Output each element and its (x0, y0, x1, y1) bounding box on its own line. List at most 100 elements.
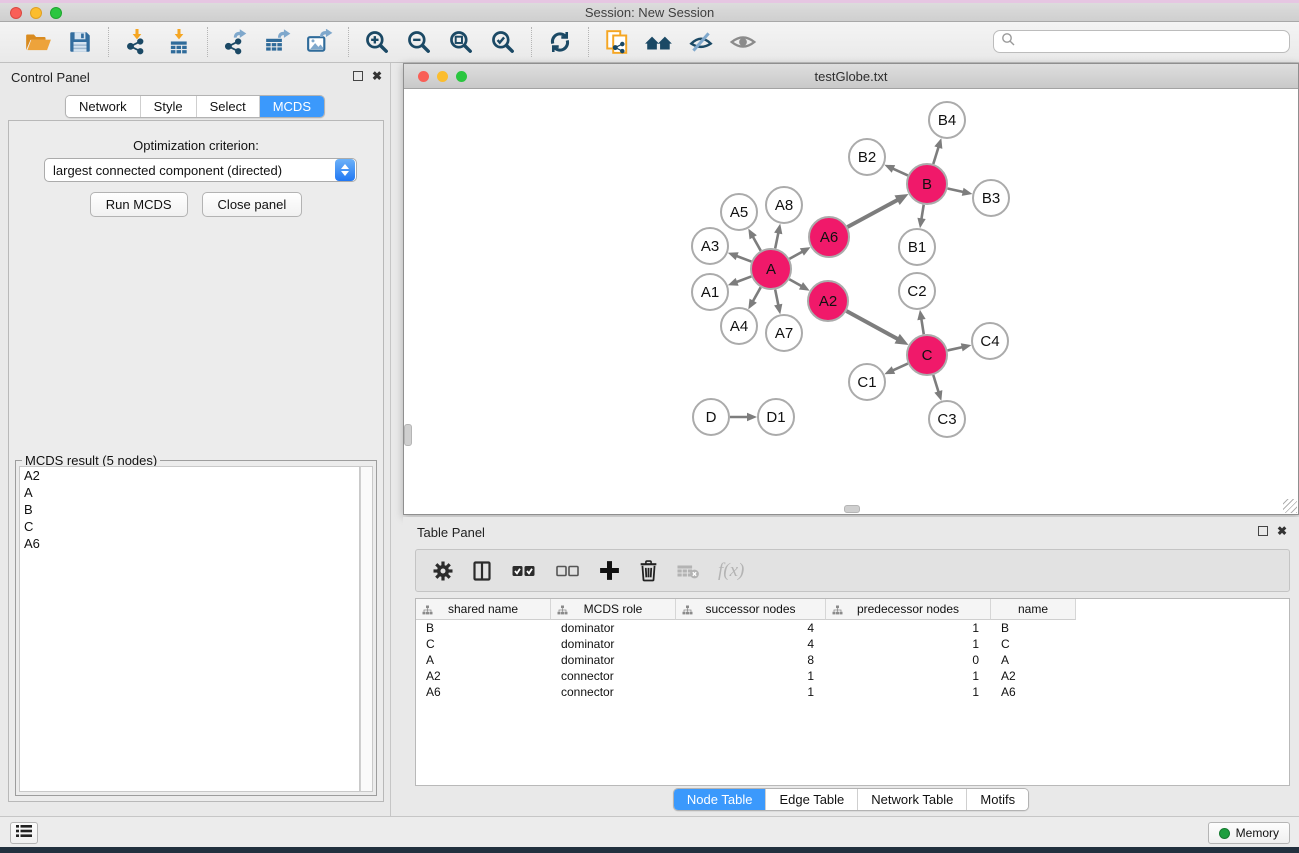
network-horizontal-scrollbar[interactable] (844, 505, 860, 513)
table-cell[interactable]: A2 (416, 669, 551, 683)
zoom-selected-icon[interactable] (487, 26, 519, 58)
zoom-out-icon[interactable] (403, 26, 435, 58)
column-header-shared-name[interactable]: shared name (416, 599, 551, 620)
toggle-details-icon[interactable] (685, 26, 717, 58)
graph-node-A8[interactable]: A8 (766, 187, 802, 223)
table-cell[interactable]: 1 (826, 621, 991, 635)
graph-edge-A-A4[interactable] (748, 287, 760, 309)
close-panel-button[interactable]: Close panel (202, 192, 303, 217)
graph-node-A6[interactable]: A6 (809, 217, 849, 257)
graph-edge-A-A3[interactable] (728, 252, 752, 261)
graph-node-B1[interactable]: B1 (899, 229, 935, 265)
table-row[interactable]: A2connector11A2 (416, 668, 1289, 684)
graph-node-A[interactable]: A (751, 249, 791, 289)
select-all-icon[interactable] (510, 561, 537, 581)
export-image-icon[interactable] (304, 26, 336, 58)
graph-node-C[interactable]: C (907, 335, 947, 375)
graph-node-C4[interactable]: C4 (972, 323, 1008, 359)
graph-edge-A-A2[interactable] (789, 279, 809, 290)
tab-mcds[interactable]: MCDS (259, 96, 324, 117)
network-close-button[interactable] (418, 71, 429, 82)
task-history-button[interactable] (10, 822, 38, 844)
graph-edge-C-C1[interactable] (884, 364, 908, 375)
result-list-scrollbar[interactable] (360, 466, 373, 792)
graph-edge-C-C4[interactable] (947, 343, 971, 351)
mcds-result-item[interactable]: A2 (20, 467, 359, 484)
save-session-icon[interactable] (64, 26, 96, 58)
tab-select[interactable]: Select (196, 96, 259, 117)
table-cell[interactable]: 1 (676, 685, 826, 699)
table-cell[interactable]: 8 (676, 653, 826, 667)
add-icon[interactable] (598, 559, 621, 582)
graph-edge-D-D1[interactable] (730, 413, 757, 421)
graph-edge-A2-C[interactable] (846, 311, 908, 345)
table-cell[interactable]: A (416, 653, 551, 667)
table-row[interactable]: Adominator80A (416, 652, 1289, 668)
tab-network[interactable]: Network (66, 96, 140, 117)
search-field[interactable] (993, 30, 1290, 53)
column-header-name[interactable]: name (991, 599, 1076, 620)
home-icon[interactable] (643, 26, 675, 58)
mcds-result-item[interactable]: A6 (20, 535, 359, 552)
close-window-button[interactable] (10, 7, 22, 19)
table-cell[interactable]: A6 (416, 685, 551, 699)
minimize-window-button[interactable] (30, 7, 42, 19)
import-table-icon[interactable] (163, 26, 195, 58)
window-resize-grip[interactable] (1283, 499, 1297, 513)
network-zoom-button[interactable] (456, 71, 467, 82)
run-mcds-button[interactable]: Run MCDS (90, 192, 188, 217)
network-canvas[interactable]: B4B2BB3A8A5A6B1A3AA1C2A2A4A7C4CC1C3DD1 (405, 89, 1297, 514)
graph-edge-A-A1[interactable] (728, 276, 752, 285)
graph-edge-A6-B[interactable] (847, 194, 908, 227)
memory-button[interactable]: Memory (1208, 822, 1290, 844)
table-cell[interactable]: 4 (676, 621, 826, 635)
tab-motifs[interactable]: Motifs (966, 789, 1028, 810)
graph-edge-C-C2[interactable] (917, 310, 925, 334)
table-cell[interactable]: dominator (551, 653, 676, 667)
table-cell[interactable]: connector (551, 669, 676, 683)
graph-node-A2[interactable]: A2 (808, 281, 848, 321)
table-cell[interactable]: dominator (551, 621, 676, 635)
graph-node-A1[interactable]: A1 (692, 274, 728, 310)
table-cell[interactable]: connector (551, 685, 676, 699)
graph-edge-A-A5[interactable] (748, 229, 760, 251)
zoom-fit-icon[interactable] (445, 26, 477, 58)
close-panel-icon[interactable]: ✖ (372, 69, 382, 83)
mcds-result-item[interactable]: A (20, 484, 359, 501)
graph-edge-C-C3[interactable] (933, 375, 942, 401)
graph-node-B2[interactable]: B2 (849, 139, 885, 175)
graph-edge-B-B3[interactable] (948, 188, 973, 196)
column-header-MCDS-role[interactable]: MCDS role (551, 599, 676, 620)
refresh-icon[interactable] (544, 26, 576, 58)
table-cell[interactable]: A2 (991, 669, 1076, 683)
graph-node-D1[interactable]: D1 (758, 399, 794, 435)
table-row[interactable]: Cdominator41C (416, 636, 1289, 652)
column-header-successor-nodes[interactable]: successor nodes (676, 599, 826, 620)
table-cell[interactable]: 1 (826, 685, 991, 699)
table-row[interactable]: A6connector11A6 (416, 684, 1289, 700)
table-cell[interactable]: B (416, 621, 551, 635)
graph-node-B4[interactable]: B4 (929, 102, 965, 138)
network-minimize-button[interactable] (437, 71, 448, 82)
graph-edge-A-A7[interactable] (774, 290, 782, 315)
tab-node-table[interactable]: Node Table (674, 789, 766, 810)
network-window-titlebar[interactable]: testGlobe.txt (404, 64, 1298, 89)
export-table-icon[interactable] (262, 26, 294, 58)
graph-node-A3[interactable]: A3 (692, 228, 728, 264)
trash-icon[interactable] (638, 559, 659, 582)
import-network-icon[interactable] (121, 26, 153, 58)
column-header-predecessor-nodes[interactable]: predecessor nodes (826, 599, 991, 620)
export-network-icon[interactable] (220, 26, 252, 58)
columns-icon[interactable] (471, 560, 493, 582)
mcds-result-item[interactable]: B (20, 501, 359, 518)
search-input[interactable] (1019, 31, 1289, 52)
table-cell[interactable]: 0 (826, 653, 991, 667)
graph-node-A7[interactable]: A7 (766, 315, 802, 351)
gear-icon[interactable] (432, 560, 454, 582)
table-cell[interactable]: A (991, 653, 1076, 667)
table-cell[interactable]: C (991, 637, 1076, 651)
graph-node-A5[interactable]: A5 (721, 194, 757, 230)
table-cell[interactable]: A6 (991, 685, 1076, 699)
float-panel-icon[interactable] (353, 71, 363, 81)
network-vertical-scrollbar[interactable] (404, 424, 412, 446)
